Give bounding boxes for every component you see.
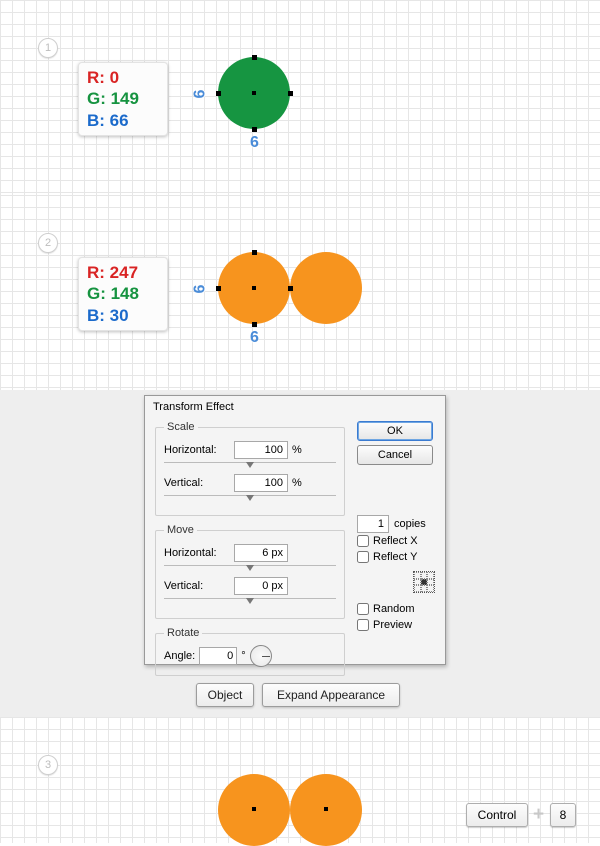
move-group: Move Horizontal: Vertical:	[155, 524, 345, 619]
anchor-point	[252, 55, 257, 60]
move-legend: Move	[164, 524, 197, 536]
anchor-point	[288, 286, 293, 291]
degree-unit: °	[241, 650, 245, 662]
move-vertical-slider[interactable]	[164, 597, 336, 606]
scale-vertical-slider[interactable]	[164, 494, 336, 503]
ok-button[interactable]: OK	[357, 421, 433, 441]
step-badge-3: 3	[38, 755, 58, 775]
copies-label: copies	[394, 518, 426, 530]
rgb-r: R: 0	[87, 67, 159, 88]
scale-legend: Scale	[164, 421, 198, 433]
eight-key: 8	[550, 803, 576, 827]
dimension-bottom: 6	[250, 329, 259, 347]
dialog-title: Transform Effect	[145, 396, 445, 415]
center-point	[252, 286, 256, 290]
preview-checkbox[interactable]	[357, 619, 369, 631]
angle-label: Angle:	[164, 650, 195, 662]
plus-icon: +	[533, 803, 544, 827]
object-menu-button[interactable]: Object	[196, 683, 254, 707]
anchor-point	[252, 322, 257, 327]
move-horizontal-input[interactable]	[234, 544, 288, 562]
rgb-g: G: 148	[87, 283, 159, 304]
anchor-point	[252, 250, 257, 255]
step-badge-1: 1	[38, 38, 58, 58]
reflect-x-checkbox[interactable]	[357, 535, 369, 547]
scale-horizontal-slider[interactable]	[164, 461, 336, 470]
center-point	[324, 807, 328, 811]
scale-horizontal-label: Horizontal:	[164, 444, 234, 456]
copies-input[interactable]	[357, 515, 389, 533]
rgb-card-1: R: 0 G: 149 B: 66	[78, 62, 168, 136]
rotate-group: Rotate Angle: °	[155, 627, 345, 676]
rgb-b: B: 66	[87, 110, 159, 131]
scale-vertical-input[interactable]	[234, 474, 288, 492]
rotate-legend: Rotate	[164, 627, 202, 639]
anchor-point	[252, 127, 257, 132]
rgb-g: G: 149	[87, 88, 159, 109]
move-horizontal-label: Horizontal:	[164, 547, 234, 559]
reflect-y-checkbox[interactable]	[357, 551, 369, 563]
canvas-step-2: 2 R: 247 G: 148 B: 30 6 6	[0, 195, 600, 390]
reflect-x-label: Reflect X	[373, 535, 418, 547]
reflect-y-label: Reflect Y	[373, 551, 417, 563]
dimension-left: 6	[191, 285, 209, 294]
canvas-step-1: 1 R: 0 G: 149 B: 66 6 6	[0, 0, 600, 195]
percent-unit: %	[292, 444, 302, 456]
anchor-point	[216, 286, 221, 291]
rgb-r: R: 247	[87, 262, 159, 283]
scale-horizontal-input[interactable]	[234, 441, 288, 459]
angle-input[interactable]	[199, 647, 237, 665]
expand-appearance-button[interactable]: Expand Appearance	[262, 683, 400, 707]
anchor-point	[216, 91, 221, 96]
control-key: Control	[466, 803, 528, 827]
scale-group: Scale Horizontal: % Vertical: %	[155, 421, 345, 516]
center-point	[252, 91, 256, 95]
rgb-b: B: 30	[87, 305, 159, 326]
rgb-card-2: R: 247 G: 148 B: 30	[78, 257, 168, 331]
dimension-left: 6	[191, 90, 209, 99]
move-horizontal-slider[interactable]	[164, 564, 336, 573]
canvas-step-3: 3 Control + 8	[0, 717, 600, 843]
transform-effect-dialog: Transform Effect Scale Horizontal: % Ver…	[144, 395, 446, 665]
center-point	[252, 807, 256, 811]
move-vertical-label: Vertical:	[164, 580, 234, 592]
step-badge-2: 2	[38, 233, 58, 253]
preview-label: Preview	[373, 619, 412, 631]
orange-circle-copy[interactable]	[290, 252, 362, 324]
dimension-bottom: 6	[250, 134, 259, 152]
percent-unit: %	[292, 477, 302, 489]
scale-vertical-label: Vertical:	[164, 477, 234, 489]
random-label: Random	[373, 603, 415, 615]
anchor-point	[288, 91, 293, 96]
move-vertical-input[interactable]	[234, 577, 288, 595]
random-checkbox[interactable]	[357, 603, 369, 615]
reference-point-picker[interactable]	[413, 571, 435, 593]
angle-dial[interactable]	[250, 645, 272, 667]
cancel-button[interactable]: Cancel	[357, 445, 433, 465]
